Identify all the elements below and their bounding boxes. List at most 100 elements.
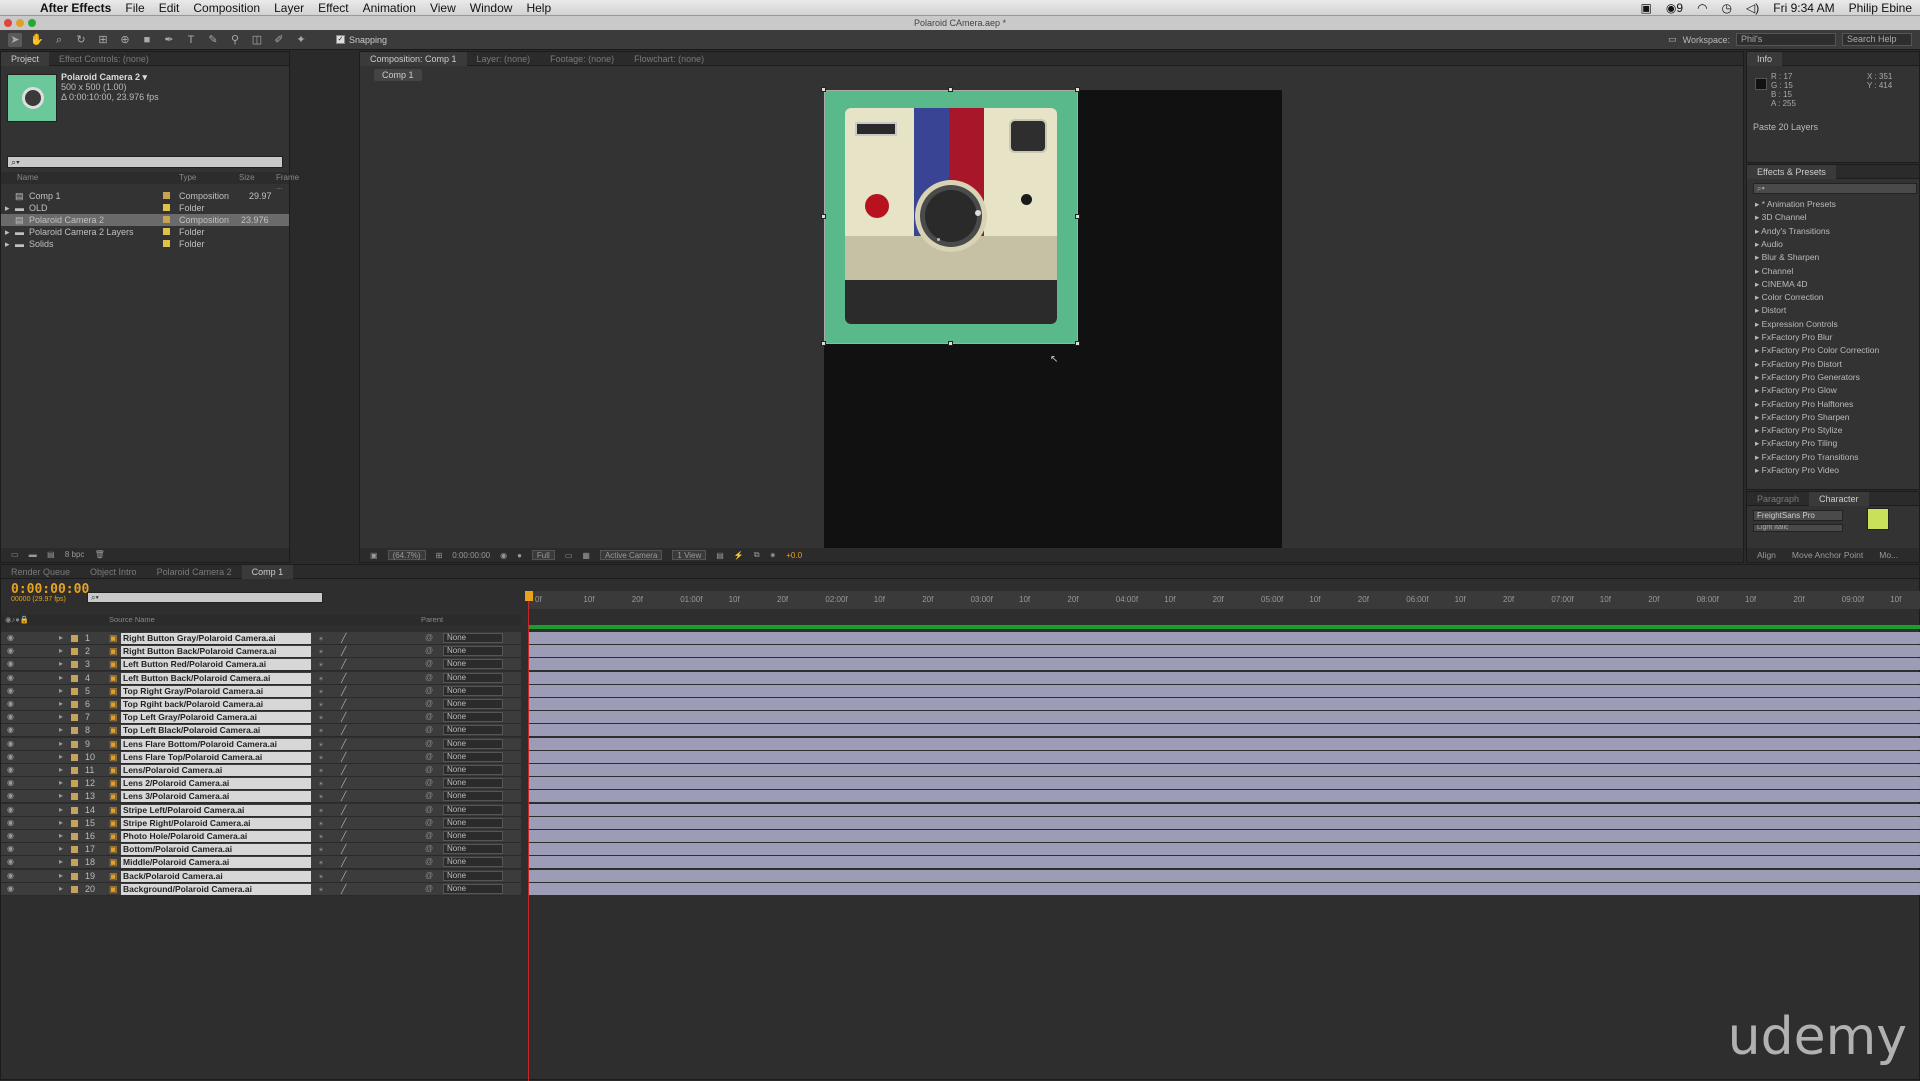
menu-composition[interactable]: Composition xyxy=(193,1,260,15)
parent-select[interactable]: None xyxy=(443,857,503,868)
label-color[interactable] xyxy=(71,793,78,801)
quality-switch-icon[interactable]: ╱ xyxy=(341,725,346,736)
parent-pickwhip-icon[interactable]: @ xyxy=(425,884,433,893)
tab-object-intro[interactable]: Object Intro xyxy=(80,565,147,579)
quality-switch-icon[interactable]: ╱ xyxy=(341,633,346,644)
effect-category[interactable]: ▸ FxFactory Pro Glow xyxy=(1755,385,1837,396)
effect-category[interactable]: ▸ FxFactory Pro Video xyxy=(1755,465,1839,476)
layer-row[interactable]: ◉ ▸ 16 ▣ Photo Hole/Polaroid Camera.ai ⁎ ╱ @ Non… xyxy=(1,830,521,843)
label-color[interactable] xyxy=(71,635,78,642)
expand-arrow-icon[interactable]: ▸ xyxy=(59,805,63,814)
visibility-eye-icon[interactable]: ◉ xyxy=(7,646,14,655)
tab-project[interactable]: Project xyxy=(1,51,50,66)
parent-select[interactable]: None xyxy=(443,725,503,736)
quality-switch-icon[interactable]: ╱ xyxy=(341,844,346,855)
trash-icon[interactable]: 🗑 xyxy=(95,550,105,559)
layer-row[interactable]: ◉ ▸ 10 ▣ Lens Flare Top/Polaroid Camera.ai ⁎ ╱… xyxy=(1,750,521,764)
transform-handle[interactable] xyxy=(821,214,826,219)
tab-footage[interactable]: Footage: (none) xyxy=(540,52,624,66)
tab-render-queue[interactable]: Render Queue xyxy=(1,565,80,579)
visibility-eye-icon[interactable]: ◉ xyxy=(7,699,14,708)
tab-more[interactable]: Mo... xyxy=(1879,548,1898,562)
effect-category[interactable]: ▸ * Animation Presets xyxy=(1755,199,1836,210)
layer-name[interactable]: Top Rgiht back/Polaroid Camera.ai xyxy=(121,699,311,710)
expand-arrow-icon[interactable]: ▸ xyxy=(1755,199,1762,209)
expand-arrow-icon[interactable]: ▸ xyxy=(1755,345,1762,355)
quality-switch-icon[interactable]: ╱ xyxy=(341,752,346,763)
transform-handle[interactable] xyxy=(821,87,826,92)
layer-row[interactable]: ◉ ▸ 12 ▣ Lens 2/Polaroid Camera.ai ⁎ ╱ @ None xyxy=(1,777,521,791)
label-color[interactable] xyxy=(71,714,78,722)
layer-duration-bar[interactable] xyxy=(529,645,1920,658)
current-time-display[interactable]: 0:00:00:00 xyxy=(452,551,490,560)
effect-category[interactable]: ▸ 3D Channel xyxy=(1755,212,1807,223)
parent-select[interactable]: None xyxy=(443,804,503,815)
screen-record-icon[interactable]: ▣ xyxy=(1641,1,1652,15)
parent-pickwhip-icon[interactable]: @ xyxy=(425,633,433,642)
layer-duration-bar[interactable] xyxy=(529,711,1920,724)
parent-pickwhip-icon[interactable]: @ xyxy=(425,659,433,668)
transform-handle[interactable] xyxy=(821,341,826,346)
clone-stamp-tool-icon[interactable]: ⚲ xyxy=(228,33,242,47)
visibility-eye-icon[interactable]: ◉ xyxy=(7,633,14,642)
layer-row[interactable]: ◉ ▸ 17 ▣ Bottom/Polaroid Camera.ai ⁎ ╱ @ None xyxy=(1,843,521,857)
shy-switch-icon[interactable]: ⁎ xyxy=(319,778,323,787)
shy-switch-icon[interactable]: ⁎ xyxy=(319,646,323,655)
label-color[interactable] xyxy=(71,740,78,748)
parent-select[interactable]: None xyxy=(443,778,503,789)
quality-switch-icon[interactable]: ╱ xyxy=(341,673,346,684)
notification-badge[interactable]: ◉9 xyxy=(1666,1,1683,15)
visibility-eye-icon[interactable]: ◉ xyxy=(7,871,14,880)
parent-pickwhip-icon[interactable]: @ xyxy=(425,818,433,827)
tab-character[interactable]: Character xyxy=(1809,491,1869,506)
parent-pickwhip-icon[interactable]: @ xyxy=(425,646,433,655)
shy-switch-icon[interactable]: ⁎ xyxy=(319,765,323,774)
parent-pickwhip-icon[interactable]: @ xyxy=(425,765,433,774)
layer-row[interactable]: ◉ ▸ 6 ▣ Top Rgiht back/Polaroid Camera.ai ⁎ ╱ @… xyxy=(1,698,521,711)
project-search-input[interactable]: ⌕▾ xyxy=(7,156,283,168)
tab-composition[interactable]: Composition: Comp 1 xyxy=(360,51,467,66)
quality-switch-icon[interactable]: ╱ xyxy=(341,805,346,816)
visibility-eye-icon[interactable]: ◉ xyxy=(7,884,14,893)
expand-arrow-icon[interactable]: ▸ xyxy=(59,673,63,682)
parent-select[interactable]: None xyxy=(443,791,503,802)
layer-row[interactable]: ◉ ▸ 11 ▣ Lens/Polaroid Camera.ai ⁎ ╱ @ None xyxy=(1,764,521,777)
layer-duration-bar[interactable] xyxy=(529,830,1920,842)
expand-arrow-icon[interactable]: ▸ xyxy=(1755,425,1762,435)
layer-name[interactable]: Bottom/Polaroid Camera.ai xyxy=(121,844,311,856)
layer-name[interactable]: Background/Polaroid Camera.ai xyxy=(121,883,311,895)
new-folder-icon[interactable]: ▬ xyxy=(29,550,37,559)
project-item-solids[interactable]: ▸ ▬ Solids Folder xyxy=(1,238,289,250)
shy-switch-icon[interactable]: ⁎ xyxy=(319,659,323,668)
quality-switch-icon[interactable]: ╱ xyxy=(341,778,346,789)
interpret-footage-icon[interactable]: ▭ xyxy=(11,550,19,559)
effect-category[interactable]: ▸ Distort xyxy=(1755,305,1786,316)
parent-pickwhip-icon[interactable]: @ xyxy=(425,673,433,682)
layer-row[interactable]: ◉ ▸ 13 ▣ Lens 3/Polaroid Camera.ai ⁎ ╱ @ None xyxy=(1,790,521,804)
parent-select[interactable]: None xyxy=(443,817,503,828)
snapshot-icon[interactable]: ◉ xyxy=(500,551,507,560)
pan-behind-tool-icon[interactable]: ⊕ xyxy=(118,33,132,47)
project-item-comp1[interactable]: ▤ Comp 1 Composition 29.97 xyxy=(1,190,289,202)
expand-arrow-icon[interactable]: ▸ xyxy=(1755,252,1762,262)
transform-handle[interactable] xyxy=(948,341,953,346)
tab-effect-controls[interactable]: Effect Controls: (none) xyxy=(49,52,159,66)
layer-name[interactable]: Right Button Gray/Polaroid Camera.ai xyxy=(121,633,311,644)
layer-row[interactable]: ◉ ▸ 8 ▣ Top Left Black/Polaroid Camera.ai ⁎ ╱ @… xyxy=(1,724,521,738)
layer-name[interactable]: Photo Hole/Polaroid Camera.ai xyxy=(121,831,311,842)
parent-select[interactable]: None xyxy=(443,738,503,749)
expand-arrow-icon[interactable]: ▸ xyxy=(1755,279,1762,289)
roto-brush-tool-icon[interactable]: ✐ xyxy=(272,33,286,47)
user-name[interactable]: Philip Ebine xyxy=(1849,1,1912,15)
transform-handle[interactable] xyxy=(1075,87,1080,92)
label-color[interactable] xyxy=(71,885,78,893)
visibility-eye-icon[interactable]: ◉ xyxy=(7,739,14,748)
expand-arrow-icon[interactable]: ▸ xyxy=(59,871,63,880)
minimize-window-button[interactable] xyxy=(16,19,24,27)
layer-row[interactable]: ◉ ▸ 1 ▣ Right Button Gray/Polaroid Camera.ai… xyxy=(1,632,521,645)
reset-exposure-icon[interactable]: ✷ xyxy=(770,551,777,560)
shy-switch-icon[interactable]: ⁎ xyxy=(319,673,323,682)
parent-select[interactable]: None xyxy=(443,685,503,696)
layer-row[interactable]: ◉ ▸ 15 ▣ Stripe Right/Polaroid Camera.ai ⁎ ╱ @ N… xyxy=(1,816,521,830)
bit-depth-button[interactable]: 8 bpc xyxy=(65,550,85,559)
